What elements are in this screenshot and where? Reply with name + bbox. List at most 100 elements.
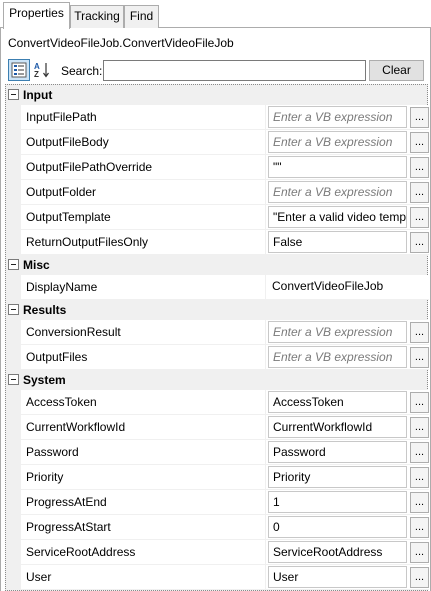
expression-editor-button[interactable]: ... [410, 182, 429, 203]
collapse-icon[interactable] [8, 89, 19, 100]
properties-panel: ConvertVideoFileJob.ConvertVideoFileJob … [0, 28, 431, 591]
expression-editor-button[interactable]: ... [410, 442, 429, 463]
property-value-input[interactable]: False [268, 231, 407, 253]
collapse-icon[interactable] [8, 259, 19, 270]
property-value-input[interactable]: CurrentWorkflowId [268, 416, 407, 438]
property-value-input[interactable]: Enter a VB expression [268, 106, 407, 128]
property-value-input[interactable]: "Enter a valid video temp [268, 206, 407, 228]
property-value-cell: Priority... [265, 465, 429, 490]
property-name: OutputFiles [21, 345, 265, 370]
category-label: Input [23, 88, 53, 102]
property-name: CurrentWorkflowId [21, 415, 265, 440]
property-row: InputFilePath Enter a VB expression... [6, 105, 429, 130]
property-row: AccessToken AccessToken... [6, 390, 429, 415]
property-value-input[interactable]: AccessToken [268, 391, 407, 413]
property-row: OutputTemplate "Enter a valid video temp.… [6, 205, 429, 230]
collapse-icon[interactable] [8, 374, 19, 385]
expression-editor-button[interactable]: ... [410, 492, 429, 513]
property-row: CurrentWorkflowId CurrentWorkflowId... [6, 415, 429, 440]
property-value-input[interactable]: Enter a VB expression [268, 181, 407, 203]
categorized-sort-button[interactable] [8, 59, 30, 81]
property-name: ConversionResult [21, 320, 265, 345]
tab-tracking[interactable]: Tracking [70, 5, 124, 28]
property-name: DisplayName [21, 275, 265, 300]
svg-text:Z: Z [34, 70, 39, 79]
property-row: Password Password... [6, 440, 429, 465]
property-row: DisplayName ConvertVideoFileJob [6, 275, 429, 300]
property-value-cell: AccessToken... [265, 390, 429, 415]
category-misc: Misc [6, 255, 427, 275]
collapse-icon[interactable] [8, 304, 19, 315]
property-value-cell: Enter a VB expression... [265, 180, 429, 205]
alphabetical-sort-button[interactable]: A Z [31, 59, 53, 81]
property-name: OutputFolder [21, 180, 265, 205]
property-value-cell: 1... [265, 490, 429, 515]
search-label: Search: [61, 64, 103, 78]
property-value-cell: Password... [265, 440, 429, 465]
property-name: User [21, 565, 265, 590]
property-row: OutputFileBody Enter a VB expression... [6, 130, 429, 155]
property-value-cell: ConvertVideoFileJob [265, 275, 429, 300]
tab-properties[interactable]: Properties [3, 2, 70, 29]
property-value-input[interactable]: Password [268, 441, 407, 463]
property-row: OutputFolder Enter a VB expression... [6, 180, 429, 205]
property-value-input[interactable]: User [268, 566, 407, 588]
property-name: Priority [21, 465, 265, 490]
property-value-cell: Enter a VB expression... [265, 105, 429, 130]
expression-editor-button[interactable]: ... [410, 517, 429, 538]
expression-editor-button[interactable]: ... [410, 322, 429, 343]
property-value-input[interactable]: ServiceRootAddress [268, 541, 407, 563]
property-value-input[interactable]: Enter a VB expression [268, 131, 407, 153]
property-value-input[interactable]: 1 [268, 491, 407, 513]
selected-object-title: ConvertVideoFileJob.ConvertVideoFileJob [8, 36, 234, 50]
expression-editor-button[interactable]: ... [410, 132, 429, 153]
category-label: Results [23, 303, 67, 317]
property-row: ServiceRootAddress ServiceRootAddress... [6, 540, 429, 565]
property-row: ProgressAtStart 0... [6, 515, 429, 540]
property-name: ServiceRootAddress [21, 540, 265, 565]
property-value-cell: ""... [265, 155, 429, 180]
clear-button[interactable]: Clear [369, 60, 424, 81]
property-grid: Input InputFilePath Enter a VB expression.… [5, 84, 429, 591]
property-value-input[interactable]: Enter a VB expression [268, 346, 407, 368]
property-name: ReturnOutputFilesOnly [21, 230, 265, 255]
property-value-input[interactable]: "" [268, 156, 407, 178]
expression-editor-button[interactable]: ... [410, 542, 429, 563]
categorized-sort-icon [11, 62, 27, 78]
property-value-input[interactable]: 0 [268, 516, 407, 538]
property-row: Priority Priority... [6, 465, 429, 490]
expression-editor-button[interactable]: ... [410, 107, 429, 128]
alphabetical-sort-icon: A Z [34, 62, 49, 79]
category-results: Results [6, 300, 427, 320]
expression-editor-button[interactable]: ... [410, 207, 429, 228]
expression-editor-button[interactable]: ... [410, 347, 429, 368]
property-row: ProgressAtEnd 1... [6, 490, 429, 515]
expression-editor-button[interactable]: ... [410, 567, 429, 588]
property-value-input[interactable]: Priority [268, 466, 407, 488]
property-value-cell: Enter a VB expression... [265, 345, 429, 370]
property-name: OutputTemplate [21, 205, 265, 230]
expression-editor-button[interactable]: ... [410, 467, 429, 488]
category-label: System [23, 373, 66, 387]
property-row: OutputFilePathOverride ""... [6, 155, 429, 180]
property-row: ReturnOutputFilesOnly False... [6, 230, 429, 255]
tab-find[interactable]: Find [124, 5, 159, 28]
expression-editor-button[interactable]: ... [410, 232, 429, 253]
property-name: InputFilePath [21, 105, 265, 130]
property-name: OutputFilePathOverride [21, 155, 265, 180]
search-input[interactable] [103, 60, 366, 81]
property-value-cell: Enter a VB expression... [265, 130, 429, 155]
property-value-input[interactable]: ConvertVideoFileJob [268, 276, 383, 298]
property-value-cell: 0... [265, 515, 429, 540]
property-name: Password [21, 440, 265, 465]
property-row: ConversionResult Enter a VB expression... [6, 320, 429, 345]
property-row: User User... [6, 565, 429, 590]
tab-strip: Tracking Find Properties [0, 0, 431, 29]
property-name: OutputFileBody [21, 130, 265, 155]
expression-editor-button[interactable]: ... [410, 392, 429, 413]
expression-editor-button[interactable]: ... [410, 157, 429, 178]
property-name: ProgressAtEnd [21, 490, 265, 515]
property-name: AccessToken [21, 390, 265, 415]
expression-editor-button[interactable]: ... [410, 417, 429, 438]
property-value-input[interactable]: Enter a VB expression [268, 321, 407, 343]
